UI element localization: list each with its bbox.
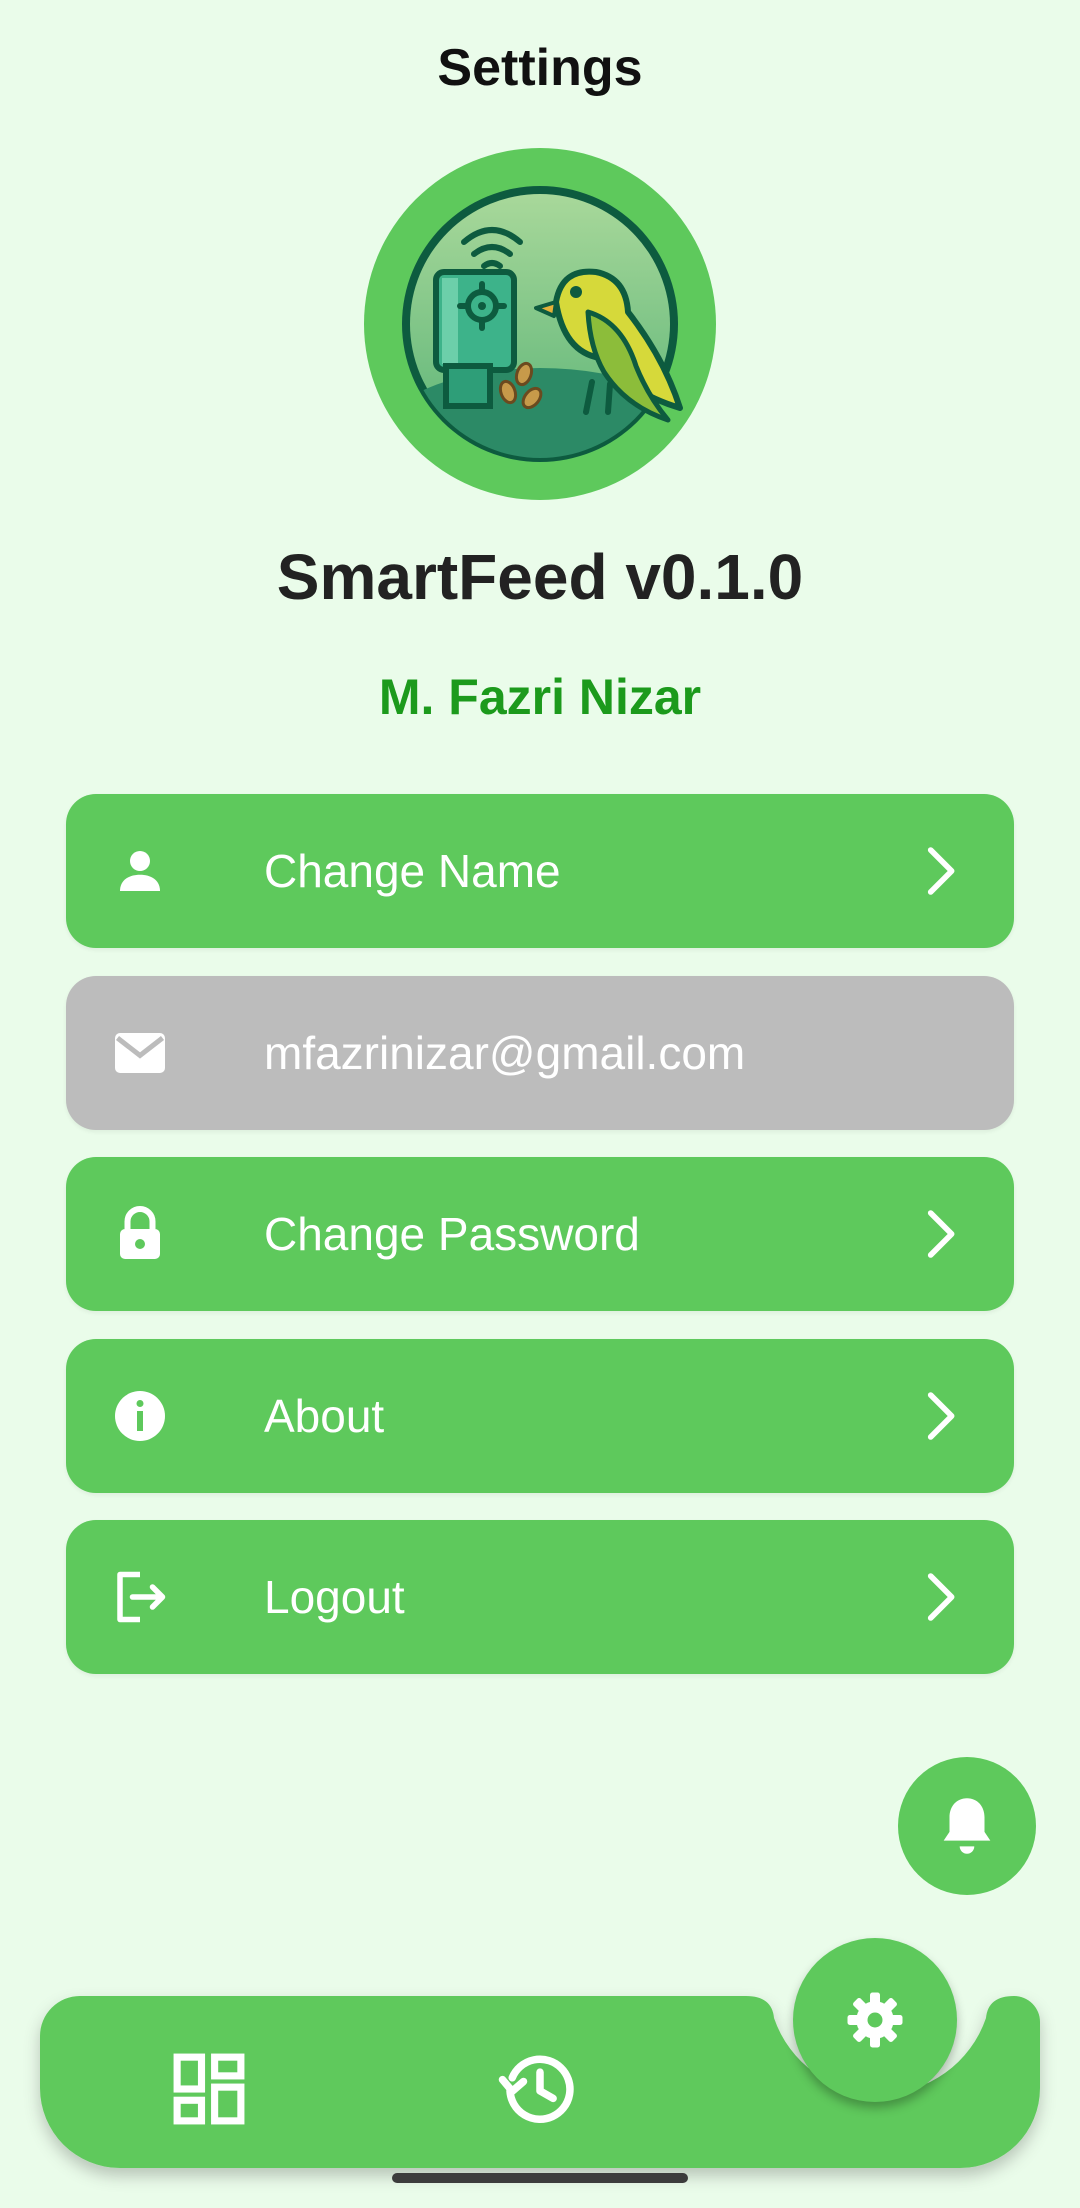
email-display-field: mfazrinizar@gmail.com xyxy=(66,976,1014,1130)
app-version-title: SmartFeed v0.1.0 xyxy=(276,541,804,613)
change-name-label: Change Name xyxy=(264,845,561,897)
page-title: Settings xyxy=(437,39,643,97)
logout-label: Logout xyxy=(264,1571,405,1623)
nav-dashboard-button[interactable] xyxy=(164,2044,254,2134)
logout-button[interactable]: Logout xyxy=(66,1520,1014,1674)
nav-history-button[interactable] xyxy=(495,2044,585,2134)
notifications-button[interactable] xyxy=(898,1757,1036,1895)
bell-icon xyxy=(943,1798,991,1854)
user-display-name: M. Fazri Nizar xyxy=(378,669,702,725)
dashboard-icon xyxy=(173,2053,245,2125)
chevron-right-icon xyxy=(927,1392,955,1440)
app-logo xyxy=(364,148,716,500)
change-name-button[interactable]: Change Name xyxy=(66,794,1014,948)
change-password-label: Change Password xyxy=(264,1208,640,1260)
about-label: About xyxy=(264,1390,385,1442)
change-password-button[interactable]: Change Password xyxy=(66,1157,1014,1311)
history-icon xyxy=(498,2055,574,2123)
nav-settings-button[interactable] xyxy=(793,1938,957,2102)
home-indicator[interactable] xyxy=(392,2173,688,2183)
about-button[interactable]: About xyxy=(66,1339,1014,1493)
chevron-right-icon xyxy=(927,1573,955,1621)
chevron-right-icon xyxy=(927,847,955,895)
lock-icon xyxy=(120,1206,160,1259)
gear-icon xyxy=(847,1992,903,2048)
email-label: mfazrinizar@gmail.com xyxy=(264,1027,746,1079)
bird-feeder-logo-icon xyxy=(402,186,683,462)
info-icon xyxy=(115,1391,165,1441)
person-icon xyxy=(120,851,160,891)
logout-icon xyxy=(117,1571,166,1623)
mail-icon xyxy=(115,1033,165,1073)
chevron-right-icon xyxy=(927,1210,955,1258)
